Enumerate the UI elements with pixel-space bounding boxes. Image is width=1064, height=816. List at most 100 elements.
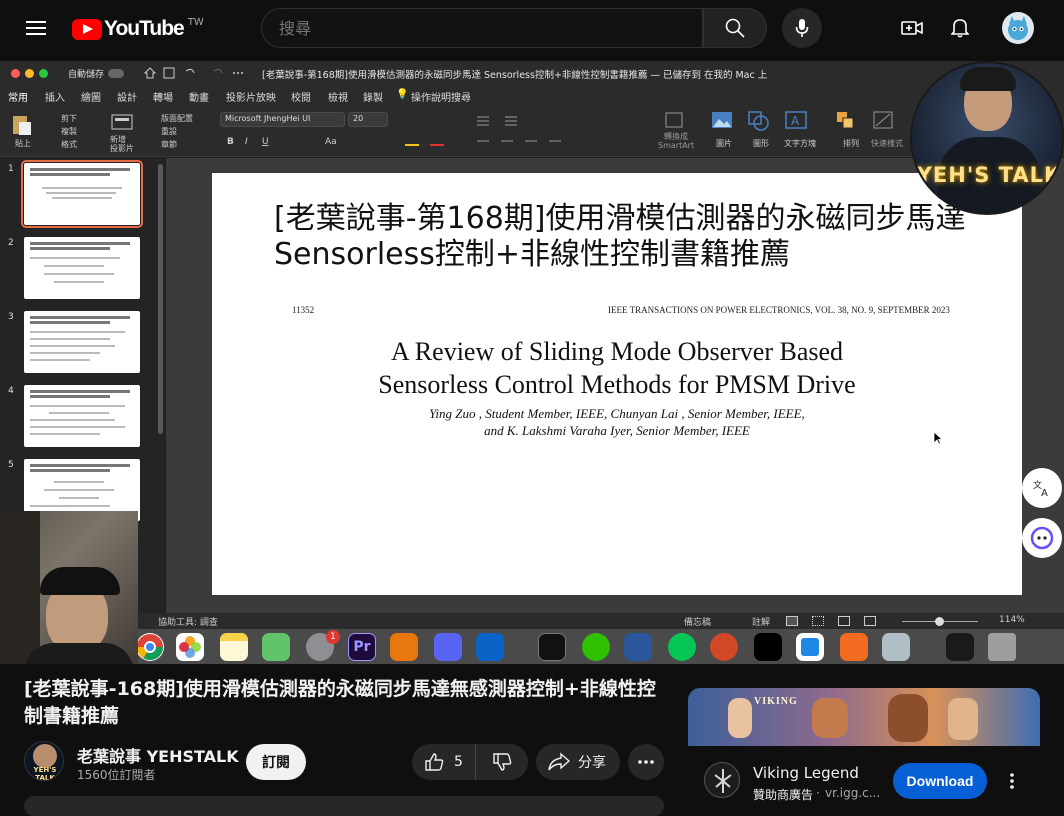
ad-banner-image[interactable]: VIKING [688, 688, 1040, 746]
terminal-app-icon [538, 633, 566, 661]
reset-label[interactable]: 重設 [161, 126, 177, 137]
account-avatar[interactable] [1002, 12, 1034, 44]
tab-transitions[interactable]: 轉場 [153, 89, 173, 104]
autosave-label: 自動儲存 [68, 70, 105, 80]
notes-button[interactable]: 備忘稿 [684, 615, 711, 628]
slide-thumbnail[interactable] [24, 311, 140, 373]
current-slide[interactable]: [老葉說事-第168期]使用滑模估測器的永磁同步馬達Sensorless控制+非… [212, 173, 1022, 595]
quick-styles-label: 快速樣式 [871, 139, 903, 148]
word-app-icon [624, 633, 652, 661]
paste-label: 貼上 [15, 139, 31, 148]
close-window-dot [11, 69, 20, 78]
youtube-logo[interactable]: YouTube TW [72, 17, 204, 41]
line-app-icon [668, 633, 696, 661]
like-button[interactable]: 5 [412, 744, 476, 780]
notifications-button[interactable] [940, 8, 980, 48]
cut-label[interactable]: 剪下 [61, 113, 77, 124]
video-player[interactable]: 自動儲存 [老葉說事-第168期]使用滑模估測器的永磁同步馬達 Sensorle… [0, 61, 1064, 664]
translate-button[interactable]: 文A [1022, 468, 1062, 508]
search-box [261, 8, 703, 48]
slide-thumbnail[interactable] [24, 385, 140, 447]
arrange-icon[interactable] [836, 111, 858, 131]
discord-app-icon [434, 633, 462, 661]
smartart-icon[interactable] [664, 111, 684, 131]
thumb-number: 3 [8, 312, 14, 322]
zoom-level[interactable]: 114% [999, 615, 1025, 625]
tab-insert[interactable]: 插入 [45, 89, 65, 104]
format-painter-label[interactable]: 格式 [61, 139, 77, 150]
authors-line1: Ying Zuo , Student Member, IEEE, Chunyan… [429, 406, 805, 421]
thumbs-up-icon [425, 753, 444, 771]
accessibility-status[interactable]: 協助工具: 調查 [158, 615, 218, 628]
tab-design[interactable]: 設計 [117, 89, 137, 104]
ad-card[interactable]: VIKING Viking Legend 贊助商廣告 · vr.igg.c...… [688, 688, 1040, 809]
menu-icon[interactable] [16, 8, 56, 48]
channel-avatar[interactable]: YEH'S TALK [24, 741, 64, 781]
paper-journal: IEEE TRANSACTIONS ON POWER ELECTRONICS, … [608, 305, 950, 315]
zoom-window-dot [39, 69, 48, 78]
reading-view-icon[interactable] [838, 616, 850, 626]
ad-title[interactable]: Viking Legend [753, 764, 859, 782]
zoom-slider-thumb[interactable] [935, 617, 944, 626]
new-slide-icon[interactable] [110, 113, 134, 131]
ad-download-button[interactable]: Download [893, 763, 987, 799]
comments-button[interactable]: 註解 [752, 615, 770, 628]
host-cap [40, 567, 120, 595]
ad-more-button[interactable] [1002, 770, 1022, 792]
tab-review[interactable]: 校閱 [291, 89, 311, 104]
search-input[interactable] [262, 9, 702, 47]
slide-thumbnail[interactable] [21, 160, 143, 228]
thumb-number: 1 [8, 164, 14, 174]
description-box[interactable] [24, 796, 664, 816]
quick-styles-icon[interactable] [873, 111, 895, 131]
font-name-select[interactable]: Microsoft JhengHei UI [220, 112, 345, 127]
channel-name[interactable]: 老葉說事 YEHSTALK [77, 743, 239, 767]
share-button[interactable]: 分享 [536, 744, 620, 780]
like-count: 5 [454, 754, 463, 770]
search-button[interactable] [703, 8, 767, 48]
tab-draw[interactable]: 繪圖 [81, 89, 101, 104]
tab-record[interactable]: 錄製 [363, 89, 383, 104]
shapes-label: 圖形 [753, 139, 769, 148]
paper-page-number: 11352 [292, 305, 315, 315]
powerpoint-app-icon [710, 633, 738, 661]
slide-title: [老葉說事-第168期]使用滑模估測器的永磁同步馬達Sensorless控制+非… [274, 201, 966, 272]
picture-icon[interactable] [711, 111, 733, 129]
ribbon-tabs: 常用 插入 繪圖 設計 轉場 動畫 投影片放映 校閱 檢視 錄製 💡 操作說明搜… [0, 85, 1064, 107]
dislike-button[interactable] [476, 744, 528, 780]
authors-line2: and K. Lakshmi Varaha Iyer, Senior Membe… [484, 423, 750, 438]
svg-text:U: U [262, 137, 269, 147]
powerpoint-statusbar: 協助工具: 調查 備忘稿 註解 114% [0, 613, 1064, 629]
copy-label[interactable]: 複製 [61, 126, 77, 137]
convert-smartart-label: 轉換成 SmartArt [658, 132, 695, 150]
youtube-play-icon [72, 18, 102, 40]
paragraph-format-icons[interactable] [475, 113, 675, 149]
create-button[interactable] [892, 8, 932, 48]
lightbulb-icon: 💡 [396, 89, 409, 100]
more-actions-button[interactable] [628, 744, 664, 780]
assistant-button[interactable] [1022, 518, 1062, 558]
slide-thumbnail[interactable] [24, 237, 140, 299]
paste-icon[interactable] [10, 113, 34, 137]
normal-view-icon[interactable] [786, 616, 798, 626]
font-size-select[interactable]: 20 [348, 112, 388, 127]
tell-me-search[interactable]: 操作說明搜尋 [411, 89, 471, 104]
textbox-icon[interactable]: A [785, 111, 807, 129]
slide-sorter-icon[interactable] [812, 616, 824, 626]
tab-view[interactable]: 檢視 [328, 89, 348, 104]
slideshow-view-icon[interactable] [864, 616, 876, 626]
thumbnails-scrollbar[interactable] [158, 164, 163, 434]
mic-icon [795, 19, 809, 37]
tab-slideshow[interactable]: 投影片放映 [226, 89, 276, 104]
layout-label[interactable]: 版面配置 [161, 113, 193, 124]
font-format-icons[interactable]: B I U Aa [225, 133, 465, 147]
ad-app-icon[interactable] [704, 762, 740, 798]
subscribe-button[interactable]: 訂閱 [246, 744, 306, 780]
create-video-icon [901, 21, 923, 35]
tab-animations[interactable]: 動畫 [189, 89, 209, 104]
voice-search-button[interactable] [782, 8, 822, 48]
section-label[interactable]: 章節 [161, 139, 177, 150]
avatar-logo-text: YEH'S TALK [33, 766, 57, 781]
shapes-icon[interactable] [748, 111, 770, 131]
svg-text:A: A [791, 114, 800, 128]
